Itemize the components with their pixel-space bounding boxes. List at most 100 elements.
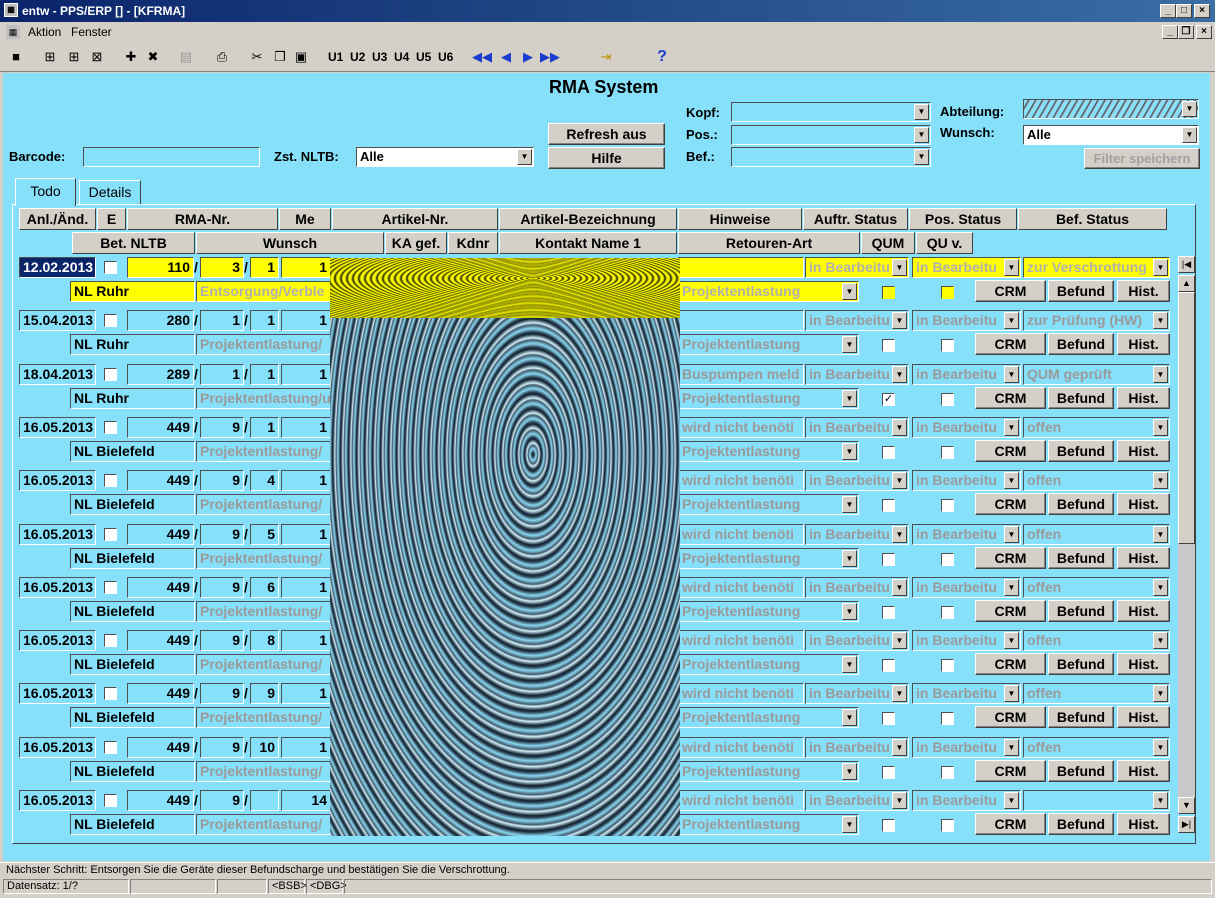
retouren-art-dropdown-icon[interactable]: ▼	[842, 603, 857, 620]
menge-field[interactable]: 1	[281, 577, 331, 598]
tab-todo[interactable]: Todo	[15, 178, 76, 206]
qum-checkbox[interactable]	[882, 766, 895, 779]
bef-status-dropdown-icon[interactable]: ▼	[1153, 632, 1168, 649]
hinweise-field[interactable]: wird nicht benöti	[678, 737, 804, 758]
help-button[interactable]: Hilfe	[548, 147, 665, 169]
rma-position-field[interactable]: 9	[200, 524, 244, 545]
e-checkbox[interactable]	[104, 581, 117, 594]
pos-status-select[interactable]: in Bearbeitu ▼	[912, 737, 1021, 758]
wunsch-dropdown-icon[interactable]: ▼	[1182, 127, 1197, 143]
bet-nltb-field[interactable]: NL Bielefeld	[70, 601, 195, 622]
date-field[interactable]: 16.05.2013	[19, 683, 96, 704]
hinweise-field[interactable]: Buspumpen meld	[678, 364, 804, 385]
hist-button[interactable]: Hist.	[1117, 440, 1170, 462]
auftr-status-select[interactable]: in Bearbeitu ▼	[805, 737, 909, 758]
rma-number-field[interactable]: 449	[127, 790, 194, 811]
crm-button[interactable]: CRM	[975, 600, 1046, 622]
filter-save-button[interactable]: Filter speichern	[1084, 148, 1200, 169]
pos-status-select[interactable]: in Bearbeitu ▼	[912, 577, 1021, 598]
auftr-status-select[interactable]: in Bearbeitu ▼	[805, 683, 909, 704]
pos-status-dropdown-icon[interactable]: ▼	[1004, 579, 1019, 596]
header-me[interactable]: Me	[279, 208, 331, 230]
bet-nltb-field[interactable]: NL Bielefeld	[70, 548, 195, 569]
auftr-status-select[interactable]: in Bearbeitu ▼	[805, 310, 909, 331]
pos-status-dropdown-icon[interactable]: ▼	[1004, 472, 1019, 489]
crm-button[interactable]: CRM	[975, 760, 1046, 782]
befund-button[interactable]: Befund	[1048, 813, 1114, 835]
next-record-icon[interactable]: ▶	[518, 47, 538, 67]
menge-field[interactable]: 1	[281, 310, 331, 331]
header-bef-status[interactable]: Bef. Status	[1018, 208, 1167, 230]
pos-dropdown-icon[interactable]: ▼	[914, 127, 929, 143]
retouren-art-dropdown-icon[interactable]: ▼	[842, 550, 857, 567]
e-checkbox[interactable]	[104, 421, 117, 434]
prev-record-icon[interactable]: ◀	[496, 47, 516, 67]
scroll-down-icon[interactable]: ▼	[1178, 797, 1195, 814]
bef-status-dropdown-icon[interactable]: ▼	[1153, 472, 1168, 489]
date-field[interactable]: 16.05.2013	[19, 417, 96, 438]
menge-field[interactable]: 1	[281, 364, 331, 385]
pos-status-select[interactable]: in Bearbeitu ▼	[912, 364, 1021, 385]
hist-button[interactable]: Hist.	[1117, 547, 1170, 569]
crm-button[interactable]: CRM	[975, 440, 1046, 462]
qu-v-checkbox[interactable]	[941, 393, 954, 406]
menge-field[interactable]: 1	[281, 524, 331, 545]
date-field[interactable]: 16.05.2013	[19, 470, 96, 491]
pos-status-dropdown-icon[interactable]: ▼	[1004, 685, 1019, 702]
u2-button[interactable]: U2	[350, 47, 365, 67]
header-hinweise[interactable]: Hinweise	[678, 208, 802, 230]
rma-sub-field[interactable]: 1	[250, 310, 279, 331]
scroll-up-icon[interactable]: ▲	[1178, 275, 1195, 292]
bef-status-select[interactable]: offen ▼	[1023, 737, 1170, 758]
retouren-art-dropdown-icon[interactable]: ▼	[842, 496, 857, 513]
retouren-art-select[interactable]: Projektentlastung ▼	[678, 654, 859, 675]
menge-field[interactable]: 1	[281, 683, 331, 704]
bef-status-select[interactable]: offen ▼	[1023, 577, 1170, 598]
auftr-status-select[interactable]: in Bearbeitu ▼	[805, 630, 909, 651]
menge-field[interactable]: 1	[281, 737, 331, 758]
auftr-status-dropdown-icon[interactable]: ▼	[892, 685, 907, 702]
rma-position-field[interactable]: 9	[200, 577, 244, 598]
cut-icon[interactable]: ✂	[247, 47, 267, 67]
rma-sub-field[interactable]: 10	[250, 737, 279, 758]
date-field[interactable]: 16.05.2013	[19, 790, 96, 811]
qum-checkbox[interactable]	[882, 499, 895, 512]
bet-nltb-field[interactable]: NL Bielefeld	[70, 707, 195, 728]
header-kdnr[interactable]: Kdnr	[448, 232, 498, 254]
befund-button[interactable]: Befund	[1048, 493, 1114, 515]
save-icon[interactable]: ■	[6, 47, 26, 67]
bef-status-dropdown-icon[interactable]: ▼	[1153, 579, 1168, 596]
qum-checkbox[interactable]	[882, 819, 895, 832]
rma-number-field[interactable]: 449	[127, 417, 194, 438]
hinweise-field[interactable]: wird nicht benöti	[678, 470, 804, 491]
rma-position-field[interactable]: 9	[200, 630, 244, 651]
crm-button[interactable]: CRM	[975, 653, 1046, 675]
kopf-dropdown-icon[interactable]: ▼	[914, 104, 929, 120]
header-kontakt-name[interactable]: Kontakt Name 1	[499, 232, 677, 254]
barcode-input[interactable]	[83, 147, 260, 167]
bef-status-select[interactable]: zur Verschrottung ▼	[1023, 257, 1170, 278]
rma-sub-field[interactable]: 1	[250, 417, 279, 438]
first-record-icon[interactable]: ◀◀	[472, 47, 492, 67]
auftr-status-dropdown-icon[interactable]: ▼	[892, 792, 907, 809]
auftr-status-dropdown-icon[interactable]: ▼	[892, 419, 907, 436]
retouren-art-dropdown-icon[interactable]: ▼	[842, 443, 857, 460]
e-checkbox[interactable]	[104, 741, 117, 754]
befund-button[interactable]: Befund	[1048, 280, 1114, 302]
print-icon[interactable]: ⎙	[212, 47, 232, 67]
qu-v-checkbox[interactable]	[941, 606, 954, 619]
header-rma-nr[interactable]: RMA-Nr.	[127, 208, 278, 230]
bef-status-select[interactable]: offen ▼	[1023, 417, 1170, 438]
bef-status-dropdown-icon[interactable]: ▼	[1153, 312, 1168, 329]
auftr-status-dropdown-icon[interactable]: ▼	[892, 366, 907, 383]
qu-v-checkbox[interactable]	[941, 553, 954, 566]
rma-sub-field[interactable]: 9	[250, 683, 279, 704]
retouren-art-dropdown-icon[interactable]: ▼	[842, 390, 857, 407]
bef-status-select[interactable]: zur Prüfung (HW) ▼	[1023, 310, 1170, 331]
pos-select[interactable]: ▼	[731, 125, 931, 145]
header-anl-aend[interactable]: Anl./Änd.	[19, 208, 96, 230]
retouren-art-dropdown-icon[interactable]: ▼	[842, 656, 857, 673]
minimize-icon[interactable]: _	[1160, 4, 1176, 18]
qu-v-checkbox[interactable]	[941, 659, 954, 672]
menge-field[interactable]: 1	[281, 470, 331, 491]
